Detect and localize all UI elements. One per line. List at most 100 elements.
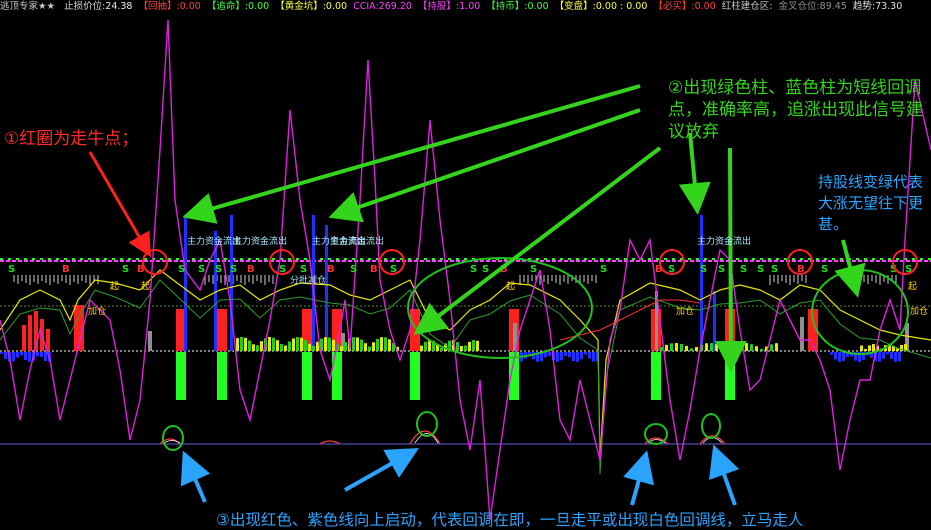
qi-label-2: 起 xyxy=(141,281,150,292)
small-bar xyxy=(344,342,347,351)
header-item-label: 【持股】: xyxy=(417,1,460,12)
blue-bar xyxy=(713,291,716,351)
small-neg-bar xyxy=(564,352,567,356)
signal-letter: B xyxy=(370,264,378,275)
small-bar xyxy=(244,337,247,351)
signal-letter: S xyxy=(530,264,537,275)
header-item-value: 24.38 xyxy=(105,1,133,12)
header-item-label: 金叉仓位: xyxy=(778,1,820,12)
bottom-white-bumps xyxy=(163,433,723,444)
header-item-label: 【持币】: xyxy=(486,1,528,12)
small-neg-bar xyxy=(898,352,901,362)
small-bar xyxy=(456,342,459,351)
small-bar xyxy=(710,343,713,351)
small-neg-bar xyxy=(584,352,587,355)
small-bar xyxy=(750,344,753,351)
small-bar xyxy=(660,347,663,351)
small-bar xyxy=(468,341,471,351)
small-neg-bar xyxy=(44,352,47,361)
small-bar xyxy=(872,344,875,351)
small-bar xyxy=(420,345,423,351)
small-neg-bar xyxy=(842,352,845,361)
small-neg-bar xyxy=(548,352,551,356)
green-ellipses xyxy=(162,257,909,451)
small-bar xyxy=(725,348,728,351)
small-neg-bar xyxy=(576,352,579,362)
signal-letter: S xyxy=(600,264,607,275)
small-neg-bar xyxy=(4,352,7,359)
fenbao-label: 分批减仓 xyxy=(290,274,326,286)
green-bar xyxy=(302,352,312,400)
header-item-label: 【必买】: xyxy=(653,1,695,12)
small-bar xyxy=(372,342,375,351)
small-neg-bar xyxy=(16,352,19,358)
small-neg-bar xyxy=(40,352,43,357)
small-bar xyxy=(760,348,763,351)
small-neg-bar xyxy=(560,352,563,361)
outflow-label-5: 主力资金流出 xyxy=(697,235,751,247)
green-line xyxy=(0,279,931,475)
header-item-value: 89.45 xyxy=(819,1,847,12)
header-item-label: 趋势: xyxy=(852,1,876,12)
small-bar xyxy=(464,345,467,351)
small-bar xyxy=(735,344,738,351)
small-neg-bar xyxy=(28,352,31,362)
small-bar xyxy=(304,339,307,351)
small-neg-bar xyxy=(830,352,833,355)
small-bar xyxy=(424,341,427,351)
header-item-value: 0.00 xyxy=(179,1,201,12)
small-neg-bar xyxy=(568,352,571,358)
small-bar xyxy=(328,337,331,351)
header-item-label: 止损价位: xyxy=(64,1,106,12)
small-bar xyxy=(770,344,773,351)
indicator-title: 逃顶专家★★ xyxy=(0,1,56,12)
jiacang-label-2: 加仓 xyxy=(676,305,694,317)
small-neg-bar xyxy=(588,352,591,359)
signal-letter: S xyxy=(350,264,357,275)
yellow-line xyxy=(0,269,931,461)
header-item-value: 0.00 xyxy=(694,1,716,12)
small-bar xyxy=(680,343,683,351)
signal-letter: S xyxy=(230,264,237,275)
header-item-label: CCIA: xyxy=(353,1,379,12)
annotation-green-bars: ②出现绿色柱、蓝色柱为短线回调点，准确率高，追涨出现此信号建议放弃 xyxy=(668,78,923,142)
small-bar xyxy=(324,337,327,351)
signal-letter: S xyxy=(821,264,828,275)
header-item-value: 0.00 : 0.00 xyxy=(595,1,648,12)
blue-bar xyxy=(700,215,703,351)
signal-letter: S xyxy=(482,264,489,275)
indicator-header: 逃顶专家★★ 止损价位:24.38 【回抽】:0.00 【追命】:0.00 【黄金坑】… xyxy=(0,0,931,14)
small-bar xyxy=(368,346,371,351)
small-bar xyxy=(384,337,387,351)
qi-label-1: 起 xyxy=(110,281,119,292)
red-arrow xyxy=(88,151,152,258)
header-item-value: 1.00 xyxy=(459,1,481,12)
header-item-value: 0.00 xyxy=(325,1,348,12)
small-bar xyxy=(292,338,295,351)
annotation-red-circle: ①红圈为走牛点； xyxy=(4,129,139,149)
small-bar xyxy=(280,343,283,351)
signal-letter: B xyxy=(62,264,70,275)
small-neg-bar xyxy=(882,352,885,359)
signal-letter: S xyxy=(700,264,707,275)
small-bar xyxy=(288,341,291,351)
signal-letter: B xyxy=(247,264,255,275)
qi-label-4: 起 xyxy=(908,281,917,292)
histogram-bars xyxy=(0,215,909,400)
signal-letter: S xyxy=(8,264,15,275)
annotation-red-purple-lines: ③出现红色、紫色线向上启动，代表回调在即，一旦走平或出现白色回调线，立马走人 xyxy=(216,511,804,529)
signal-letter: S xyxy=(718,264,725,275)
small-bar xyxy=(380,337,383,351)
header-item-label: 【追命】: xyxy=(206,1,249,12)
small-neg-bar xyxy=(592,352,595,362)
header-item-label: 【回抽】: xyxy=(138,1,180,12)
small-bar xyxy=(256,345,259,351)
small-bar xyxy=(356,337,359,351)
small-bar xyxy=(472,340,475,351)
red-bar xyxy=(22,325,26,351)
signal-letter: S xyxy=(178,264,185,275)
small-neg-bar xyxy=(878,352,881,362)
small-bar xyxy=(868,345,871,351)
small-neg-bar xyxy=(12,352,15,362)
red-bar xyxy=(28,315,32,351)
